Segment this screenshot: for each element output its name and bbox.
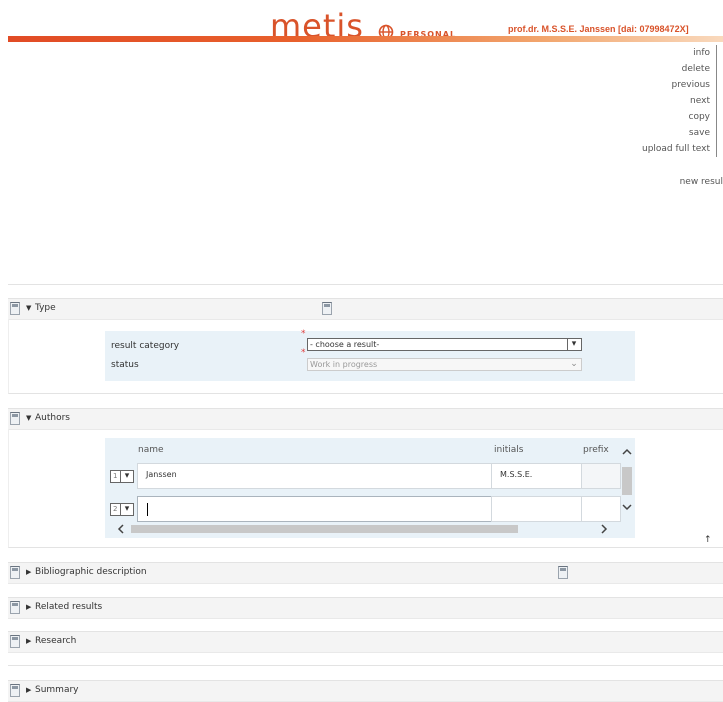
header-bar <box>8 36 723 42</box>
document-icon <box>10 302 20 315</box>
document-icon <box>10 412 20 425</box>
author-name-field[interactable]: Janssen <box>137 463 492 489</box>
type-section-label: Type <box>35 303 56 313</box>
column-header-name: name <box>138 445 164 455</box>
triangle-right-icon: ▶ <box>26 603 32 611</box>
horizontal-scrollbar[interactable] <box>115 523 620 535</box>
triangle-down-icon: ▼ <box>26 304 32 312</box>
scrollbar-thumb[interactable] <box>622 467 632 495</box>
authors-section-header[interactable]: ▼ Authors <box>8 408 723 430</box>
triangle-right-icon: ▶ <box>26 568 32 576</box>
chevron-down-icon: ▾ <box>120 504 133 515</box>
document-icon <box>10 601 20 614</box>
user-identity: prof.dr. M.S.S.E. Janssen [dai: 07998472… <box>508 24 689 34</box>
author-initials-field[interactable]: M.S.S.E. <box>491 463 582 489</box>
chevron-down-icon[interactable] <box>620 500 634 514</box>
document-icon <box>10 635 20 648</box>
document-icon <box>10 684 20 697</box>
author-initials-value: M.S.S.E. <box>500 470 533 479</box>
text-cursor <box>147 503 148 516</box>
summary-section-label: Summary <box>35 685 79 695</box>
column-header-initials: initials <box>494 445 524 455</box>
related-section-header[interactable]: ▶ Related results <box>8 597 723 619</box>
chevron-down-icon: ⌄ <box>570 359 578 369</box>
author-name-value: Janssen <box>146 470 177 479</box>
delete-link[interactable]: delete <box>642 61 717 77</box>
document-icon[interactable] <box>558 566 568 579</box>
divider <box>8 284 723 285</box>
chevron-down-icon: ▾ <box>567 339 580 350</box>
document-icon <box>10 566 20 579</box>
chevron-left-icon[interactable] <box>115 523 127 535</box>
column-header-prefix: prefix <box>583 445 609 455</box>
required-marker: * <box>301 329 306 339</box>
research-section-label: Research <box>35 636 77 646</box>
research-section-header[interactable]: ▶ Research <box>8 631 723 653</box>
status-value: Work in progress <box>310 360 378 369</box>
triangle-right-icon: ▶ <box>26 686 32 694</box>
chevron-right-icon[interactable] <box>598 523 610 535</box>
related-section-label: Related results <box>35 602 103 612</box>
result-category-value: - choose a result- <box>310 340 380 349</box>
divider <box>8 665 723 666</box>
scrollbar-thumb[interactable] <box>131 525 518 533</box>
upload-full-text-link[interactable]: upload full text <box>642 141 717 157</box>
info-link[interactable]: info <box>642 45 717 61</box>
author-prefix-field[interactable] <box>581 496 621 522</box>
author-name-field[interactable] <box>137 496 492 522</box>
bibliographic-section-header[interactable]: ▶ Bibliographic description <box>8 562 723 584</box>
new-result-link[interactable]: new resul <box>680 177 723 187</box>
action-menu: info delete previous next copy save uplo… <box>642 45 717 157</box>
save-link[interactable]: save <box>642 125 717 141</box>
triangle-right-icon: ▶ <box>26 637 32 645</box>
next-link[interactable]: next <box>642 93 717 109</box>
result-category-label: result category <box>111 341 180 351</box>
row-number: 1 <box>113 472 118 480</box>
chevron-up-icon[interactable] <box>620 445 634 459</box>
document-icon[interactable] <box>322 302 332 315</box>
triangle-down-icon: ▼ <box>26 414 32 422</box>
arrow-up-icon[interactable]: ↑ <box>704 535 712 545</box>
vertical-scrollbar[interactable] <box>620 441 634 523</box>
row-number: 2 <box>113 505 118 513</box>
copy-link[interactable]: copy <box>642 109 717 125</box>
required-marker: * <box>301 348 306 358</box>
author-prefix-field[interactable] <box>581 463 621 489</box>
author-initials-field[interactable] <box>491 496 582 522</box>
row-order-select[interactable]: 1 ▾ <box>110 470 134 483</box>
type-section-header[interactable]: ▼ Type <box>8 298 723 320</box>
summary-section-header[interactable]: ▶ Summary <box>8 680 723 702</box>
chevron-down-icon: ▾ <box>120 471 133 482</box>
previous-link[interactable]: previous <box>642 77 717 93</box>
status-select[interactable]: Work in progress ⌄ <box>307 358 582 371</box>
bibliographic-section-label: Bibliographic description <box>35 567 147 577</box>
result-category-select[interactable]: - choose a result- ▾ <box>307 338 582 351</box>
row-order-select[interactable]: 2 ▾ <box>110 503 134 516</box>
authors-section-label: Authors <box>35 413 70 423</box>
status-label: status <box>111 360 139 370</box>
